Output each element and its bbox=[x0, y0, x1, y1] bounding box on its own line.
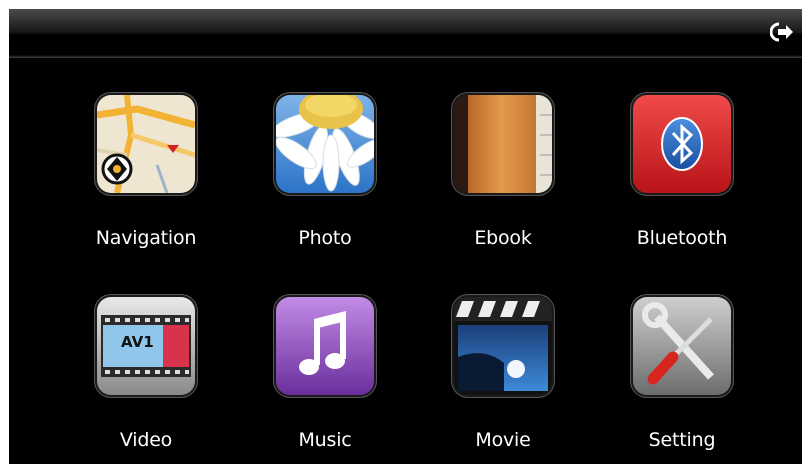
daisy-photo-icon bbox=[276, 95, 374, 193]
app-label: Photo bbox=[298, 227, 352, 249]
app-label: Bluetooth bbox=[636, 227, 728, 249]
top-bar bbox=[9, 9, 802, 57]
video-icon-text: AV1 bbox=[121, 333, 154, 351]
film-strip-icon: AV1 bbox=[97, 297, 195, 395]
app-label: Movie bbox=[475, 429, 531, 451]
clapperboard-icon bbox=[454, 297, 552, 395]
music-note-icon bbox=[276, 297, 374, 395]
app-photo[interactable]: Photo bbox=[236, 95, 396, 275]
app-music[interactable]: Music bbox=[236, 297, 396, 464]
app-bluetooth[interactable]: Bluetooth bbox=[593, 95, 753, 275]
app-label: Ebook bbox=[474, 227, 532, 249]
top-divider bbox=[9, 57, 802, 58]
top-bar-shade bbox=[9, 9, 802, 33]
bluetooth-icon bbox=[633, 95, 731, 193]
wrench-screwdriver-icon bbox=[633, 297, 731, 395]
map-navigation-icon bbox=[97, 95, 195, 193]
app-setting[interactable]: Setting bbox=[593, 297, 753, 464]
app-ebook[interactable]: Ebook bbox=[414, 95, 574, 275]
app-label: Music bbox=[298, 429, 352, 451]
exit-icon[interactable] bbox=[769, 21, 794, 43]
app-label: Video bbox=[119, 429, 173, 451]
app-label: Setting bbox=[648, 429, 716, 451]
app-movie[interactable]: Movie bbox=[414, 297, 574, 464]
app-label: Navigation bbox=[95, 227, 197, 249]
app-video[interactable]: AV1 Video bbox=[57, 297, 217, 464]
book-icon bbox=[454, 95, 552, 193]
app-navigation[interactable]: Navigation bbox=[57, 95, 217, 275]
main-screen: Navigation Photo Ebook Bluetooth AV1 Vid… bbox=[9, 9, 802, 464]
